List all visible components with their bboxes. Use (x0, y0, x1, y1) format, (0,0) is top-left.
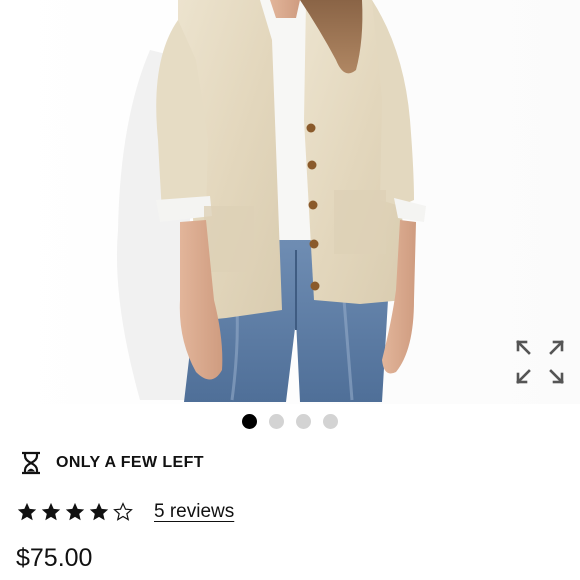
stock-status-text: ONLY A FEW LEFT (56, 454, 204, 471)
star-filled-icon (17, 502, 37, 521)
expand-arrows-icon (516, 340, 564, 384)
rating-stars (16, 501, 134, 523)
product-image[interactable] (0, 0, 580, 404)
product-price: $75.00 (16, 544, 93, 572)
gallery-dot-3[interactable] (296, 414, 311, 429)
stock-status: ONLY A FEW LEFT (20, 450, 204, 476)
gallery-dot-1[interactable] (242, 414, 257, 429)
star-filled-icon (89, 502, 109, 521)
expand-image-button[interactable] (514, 338, 566, 386)
reviews-link[interactable]: 5 reviews (154, 501, 234, 523)
product-rating: 5 reviews (16, 498, 234, 526)
star-filled-icon (41, 502, 61, 521)
product-page: ONLY A FEW LEFT 5 reviews $75.00 (0, 0, 580, 580)
star-empty-icon (113, 502, 133, 521)
gallery-dot-4[interactable] (323, 414, 338, 429)
gallery-dot-2[interactable] (269, 414, 284, 429)
star-filled-icon (65, 502, 85, 521)
gallery-pagination (0, 414, 580, 430)
hourglass-icon (22, 451, 40, 475)
